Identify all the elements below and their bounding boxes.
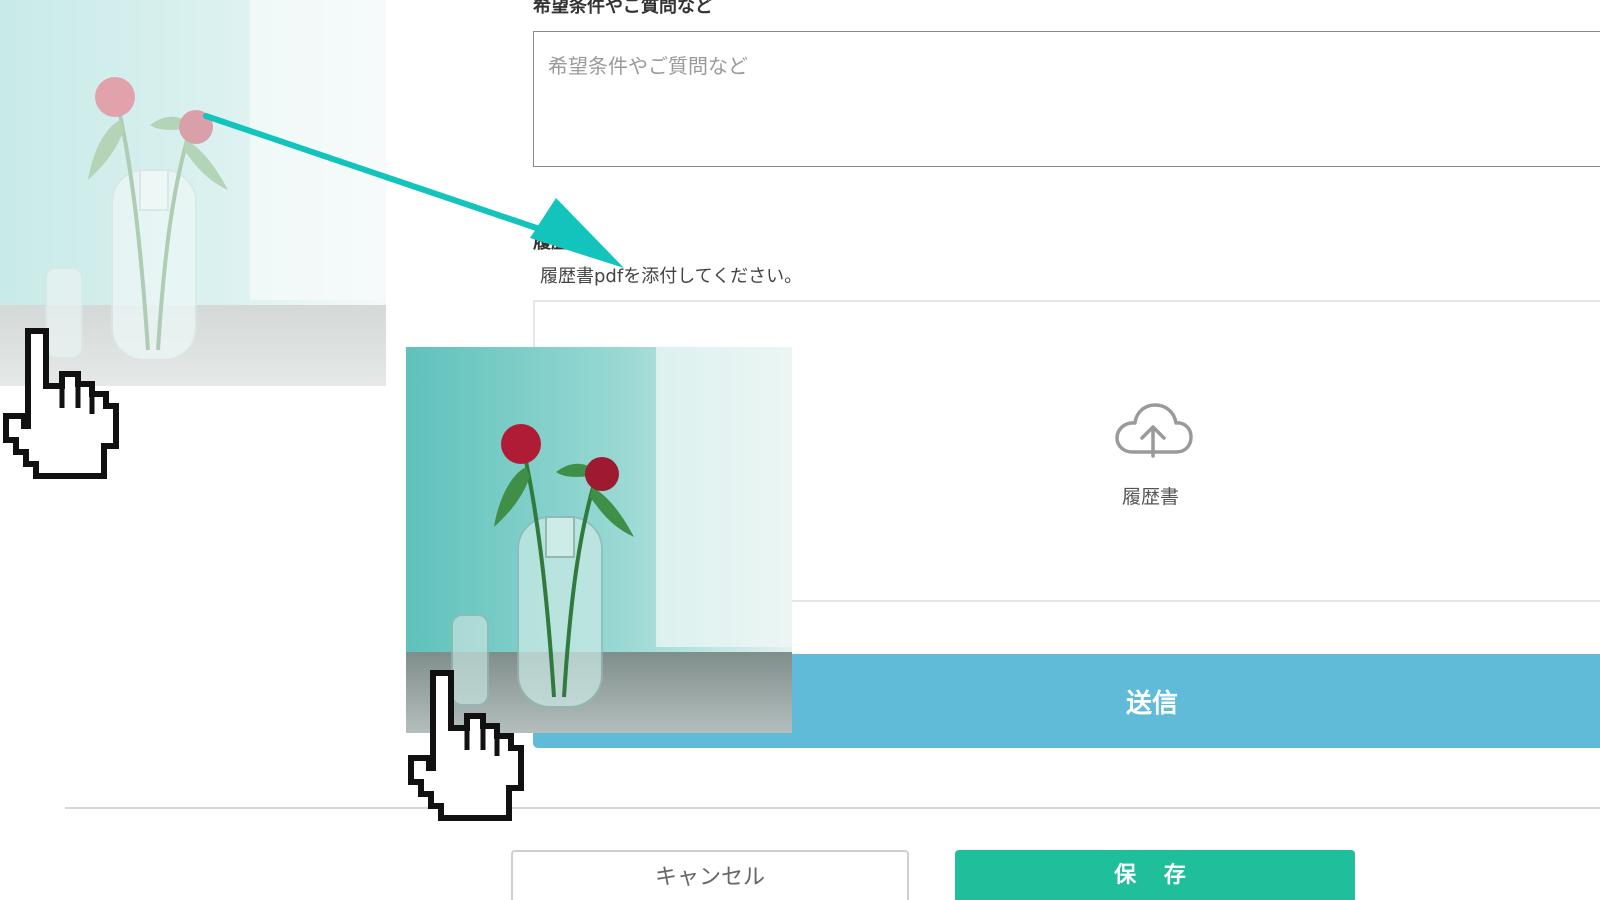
hand-pointer-icon (3, 328, 119, 479)
hand-pointer-icon (408, 670, 524, 821)
cancel-button[interactable]: キャンセル (511, 850, 909, 900)
resume-help-text: 履歴書pdfを添付してください。 (540, 266, 803, 287)
save-button[interactable]: 保 存 (955, 850, 1355, 900)
cloud-upload-icon (1115, 403, 1193, 458)
upload-form-page: 希望条件やご質問など 希望条件やご質問など 履歴書 履歴書pdfを添付してくださ… (0, 0, 1600, 900)
request-field-label: 希望条件やご質問など (533, 0, 713, 17)
submit-button-label: 送信 (1125, 688, 1178, 719)
resume-field-label: 履歴書 (533, 232, 587, 253)
dropzone-label: 履歴書 (1122, 486, 1180, 508)
footer-divider (65, 807, 1600, 809)
request-textarea[interactable]: 希望条件やご質問など (533, 31, 1600, 167)
